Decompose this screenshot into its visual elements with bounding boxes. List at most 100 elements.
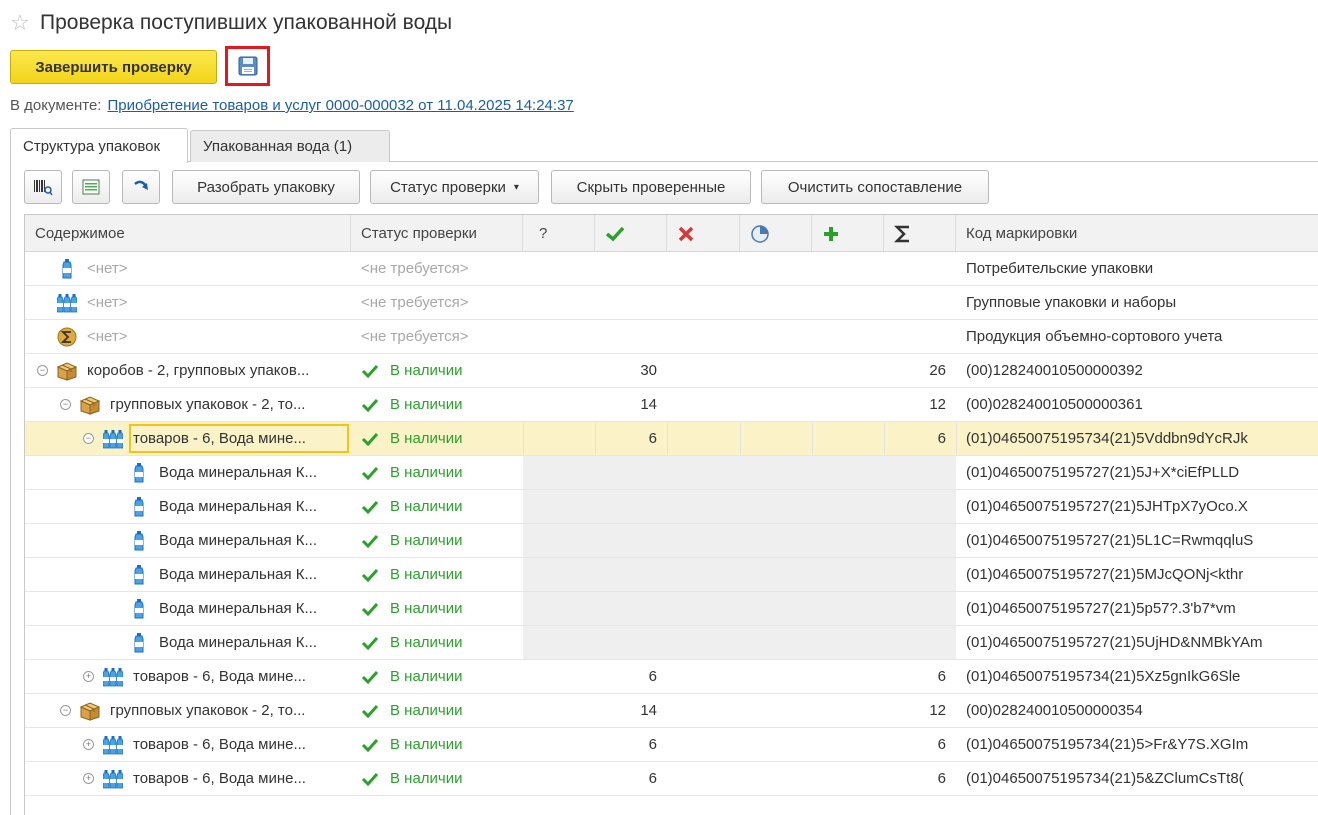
content-cell[interactable]: коробов - 2, групповых упаков... — [87, 354, 343, 387]
collapse-icon[interactable]: − — [83, 433, 94, 444]
status-cell[interactable]: В наличии — [361, 524, 521, 557]
column-header-added[interactable] — [812, 215, 884, 252]
column-header-rejected[interactable] — [667, 215, 740, 252]
total-count-cell — [884, 490, 956, 523]
collapse-icon[interactable]: − — [60, 399, 71, 410]
marking-code-cell[interactable]: (01)04650075195727(21)5MJcQONj<kthr — [966, 558, 1318, 591]
marking-code-cell[interactable]: Групповые упаковки и наборы — [966, 286, 1318, 319]
marking-code-cell[interactable]: (01)04650075195727(21)5p57?.3'b7*vm — [966, 592, 1318, 625]
marking-code-cell[interactable]: (01)04650075195734(21)5&ZClumCsTt8( — [966, 762, 1318, 795]
expand-icon[interactable]: + — [83, 773, 94, 784]
document-load-icon — [82, 179, 100, 195]
document-link[interactable]: Приобретение товаров и услуг 0000-000032… — [107, 97, 573, 114]
table-row[interactable]: Вода минеральная К... В наличии (01)046500… — [25, 592, 1318, 626]
status-cell[interactable]: В наличии — [361, 592, 521, 625]
load-from-file-button[interactable] — [72, 170, 110, 204]
table-row[interactable]: + товаров - 6, Вода мине... В наличии 6 6 (01… — [25, 660, 1318, 694]
column-header-status[interactable]: Статус проверки — [351, 215, 523, 252]
status-cell[interactable]: В наличии — [361, 388, 521, 421]
checkmark-icon — [361, 738, 379, 752]
content-cell[interactable]: товаров - 6, Вода мине... — [133, 660, 343, 693]
table-row[interactable]: − коробов - 2, групповых упаков... В налич… — [25, 354, 1318, 388]
content-cell[interactable]: <нет> — [87, 252, 343, 285]
status-cell[interactable]: В наличии — [361, 728, 521, 761]
column-header-content[interactable]: Содержимое — [25, 215, 351, 252]
tab-package-structure[interactable]: Структура упаковок — [10, 128, 188, 163]
marking-code-cell[interactable]: (00)128240010500000392 — [966, 354, 1318, 387]
marking-code-cell[interactable]: (01)04650075195734(21)5Vddbn9dYcRJk — [966, 422, 1318, 455]
checked-count-cell: 14 — [640, 702, 657, 719]
content-cell[interactable]: Вода минеральная К... — [159, 592, 343, 625]
status-cell[interactable]: В наличии — [361, 490, 521, 523]
marking-code-cell[interactable]: (00)028240010500000354 — [966, 694, 1318, 727]
content-cell[interactable]: Вода минеральная К... — [159, 626, 343, 659]
status-cell[interactable]: В наличии — [361, 456, 521, 489]
status-cell[interactable]: <не требуется> — [361, 286, 521, 319]
content-cell[interactable]: Вода минеральная К... — [159, 490, 343, 523]
clear-match-button[interactable]: Очистить сопоставление — [761, 170, 989, 204]
checkmark-icon — [361, 432, 379, 446]
status-cell[interactable]: <не требуется> — [361, 252, 521, 285]
table-row[interactable]: <нет> <не требуется> Продукция объемно-сор… — [25, 320, 1318, 354]
marking-code-cell[interactable]: (01)04650075195734(21)5Xz5gnIkG6Sle — [966, 660, 1318, 693]
table-row[interactable]: − групповых упаковок - 2, то... В наличии 1… — [25, 388, 1318, 422]
marking-code-cell[interactable]: (01)04650075195727(21)5UjHD&NMBkYAm — [966, 626, 1318, 659]
expand-icon[interactable]: + — [83, 739, 94, 750]
table-row[interactable]: Вода минеральная К... В наличии (01)046500… — [25, 490, 1318, 524]
content-cell[interactable]: Вода минеральная К... — [159, 524, 343, 557]
column-header-code[interactable]: Код маркировки — [956, 215, 1318, 252]
marking-code-cell[interactable]: (01)04650075195727(21)5L1C=RwmqqluS — [966, 524, 1318, 557]
table-row[interactable]: + товаров - 6, Вода мине... В наличии 6 6 (01… — [25, 762, 1318, 796]
forward-action-button[interactable] — [122, 170, 160, 204]
status-cell[interactable]: В наличии — [361, 626, 521, 659]
content-cell[interactable]: товаров - 6, Вода мине... — [133, 422, 343, 455]
table-row[interactable]: Вода минеральная К... В наличии (01)046500… — [25, 626, 1318, 660]
status-check-dropdown[interactable]: Статус проверки ▾ — [370, 170, 539, 204]
barcode-search-button[interactable] — [24, 170, 62, 204]
content-cell[interactable]: Вода минеральная К... — [159, 558, 343, 591]
finish-check-button[interactable]: Завершить проверку — [10, 50, 217, 84]
content-cell[interactable]: <нет> — [87, 320, 343, 353]
content-cell[interactable]: Вода минеральная К... — [159, 456, 343, 489]
table-row[interactable]: <нет> <не требуется> Потребительские упако… — [25, 252, 1318, 286]
marking-code-cell[interactable]: (00)028240010500000361 — [966, 388, 1318, 421]
tab-packed-water[interactable]: Упакованная вода (1) — [190, 130, 390, 162]
status-cell[interactable]: В наличии — [361, 422, 521, 455]
unpack-button[interactable]: Разобрать упаковку — [172, 170, 360, 204]
status-cell[interactable]: В наличии — [361, 694, 521, 727]
marking-code-cell[interactable]: Потребительские упаковки — [966, 252, 1318, 285]
status-cell[interactable]: В наличии — [361, 762, 521, 795]
collapse-icon[interactable]: − — [37, 365, 48, 376]
table-row[interactable]: <нет> <не требуется> Групповые упаковки и … — [25, 286, 1318, 320]
hide-checked-button[interactable]: Скрыть проверенные — [551, 170, 751, 204]
marking-code-cell[interactable]: (01)04650075195734(21)5>Fr&Y7S.XGIm — [966, 728, 1318, 761]
status-cell[interactable]: В наличии — [361, 660, 521, 693]
barcode-search-icon — [34, 180, 53, 196]
content-cell[interactable]: групповых упаковок - 2, то... — [110, 694, 343, 727]
content-cell[interactable]: товаров - 6, Вода мине... — [133, 728, 343, 761]
content-cell[interactable]: <нет> — [87, 286, 343, 319]
column-header-pending[interactable] — [740, 215, 812, 252]
tab-bar: Структура упаковок Упакованная вода (1) — [10, 128, 1318, 163]
table-row[interactable]: Вода минеральная К... В наличии (01)046500… — [25, 524, 1318, 558]
column-header-checked[interactable] — [595, 215, 667, 252]
marking-code-cell[interactable]: (01)04650075195727(21)5JHTpX7yOco.X — [966, 490, 1318, 523]
table-row[interactable]: Вода минеральная К... В наличии (01)046500… — [25, 456, 1318, 490]
content-cell[interactable]: групповых упаковок - 2, то... — [110, 388, 343, 421]
status-cell[interactable]: <не требуется> — [361, 320, 521, 353]
marking-code-cell[interactable]: (01)04650075195727(21)5J+X*ciEfPLLD — [966, 456, 1318, 489]
expand-icon[interactable]: + — [83, 671, 94, 682]
column-header-total[interactable] — [884, 215, 956, 252]
column-header-question[interactable]: ? — [523, 215, 595, 252]
table-row[interactable]: − товаров - 6, Вода мине... В наличии 6 6 (01… — [25, 422, 1318, 456]
table-row[interactable]: Вода минеральная К... В наличии (01)046500… — [25, 558, 1318, 592]
table-row[interactable]: − групповых упаковок - 2, то... В наличии 1… — [25, 694, 1318, 728]
marking-code-cell[interactable]: Продукция объемно-сортового учета — [966, 320, 1318, 353]
status-cell[interactable]: В наличии — [361, 558, 521, 591]
save-button[interactable] — [225, 46, 270, 86]
table-row[interactable]: + товаров - 6, Вода мине... В наличии 6 6 (01… — [25, 728, 1318, 762]
status-cell[interactable]: В наличии — [361, 354, 521, 387]
collapse-icon[interactable]: − — [60, 705, 71, 716]
content-cell[interactable]: товаров - 6, Вода мине... — [133, 762, 343, 795]
favorite-star-icon[interactable]: ☆ — [10, 10, 40, 36]
